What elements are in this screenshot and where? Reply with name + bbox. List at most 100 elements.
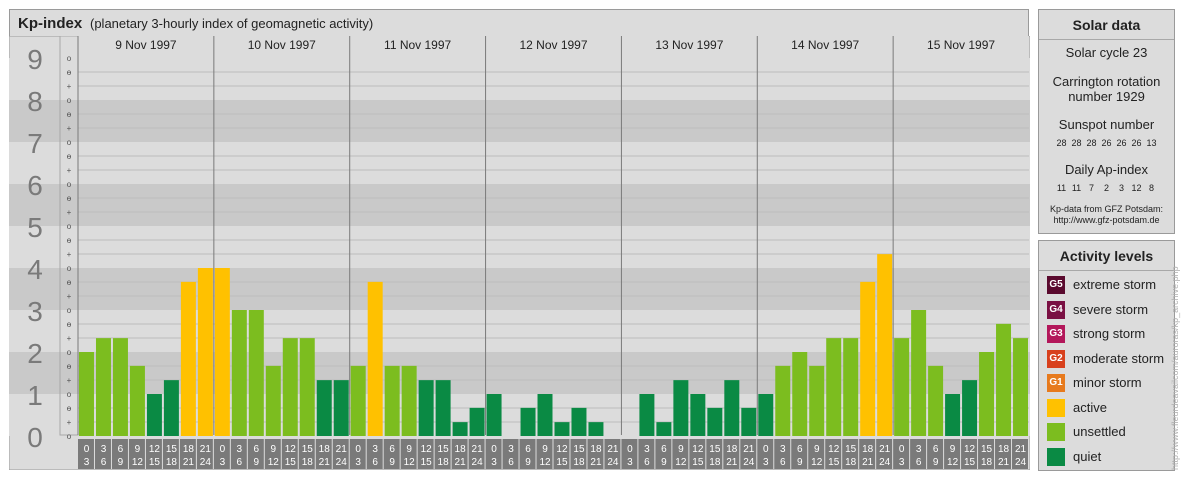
interval-start: 15 [981, 444, 993, 455]
legend-swatch: G4 [1047, 300, 1065, 319]
interval-end: 15 [149, 457, 161, 468]
interval-start: 0 [355, 444, 361, 455]
interval-start: 6 [389, 444, 395, 455]
y-tick-label: 3 [27, 296, 43, 327]
sub-mark: o [67, 348, 72, 357]
kp-bar [231, 310, 247, 436]
kp-bar [571, 407, 587, 436]
interval-end: 21 [998, 457, 1010, 468]
sub-mark: o [67, 96, 72, 105]
kp-bar [435, 380, 451, 436]
sub-mark: + [67, 334, 72, 343]
interval-start: 9 [135, 444, 141, 455]
interval-end: 3 [899, 457, 905, 468]
interval-end: 9 [389, 457, 395, 468]
sub-mark: + [67, 166, 72, 175]
sunspot-value: 26 [1116, 138, 1127, 148]
sub-mark: − [67, 194, 72, 203]
kp-band-5 [9, 184, 1030, 226]
kp-bar [537, 394, 553, 436]
y-tick-label: 1 [27, 380, 43, 411]
legend-swatch [1047, 423, 1065, 441]
sub-mark: + [67, 208, 72, 217]
ap-value: 8 [1148, 183, 1154, 193]
sub-mark: − [67, 236, 72, 245]
interval-start: 12 [556, 444, 568, 455]
kp-bar [554, 422, 570, 436]
interval-start: 18 [998, 444, 1010, 455]
interval-end: 18 [302, 457, 314, 468]
interval-end: 15 [828, 457, 840, 468]
interval-end: 21 [183, 457, 195, 468]
kp-bar [724, 380, 740, 436]
kp-bar [197, 268, 213, 436]
sub-mark: − [67, 152, 72, 161]
interval-start: 15 [573, 444, 585, 455]
sunspot-values: 28 28 28 26 26 26 13 [1039, 138, 1174, 148]
kp-bar [112, 338, 128, 436]
interval-end: 6 [101, 457, 107, 468]
kp-bar [843, 338, 859, 436]
interval-start: 15 [845, 444, 857, 455]
interval-end: 21 [726, 457, 738, 468]
interval-end: 3 [220, 457, 226, 468]
interval-end: 18 [981, 457, 993, 468]
kp-bar [707, 407, 723, 436]
interval-end: 6 [508, 457, 514, 468]
legend-label: quiet [1073, 448, 1102, 464]
y-tick-label: 8 [27, 86, 43, 117]
kp-bar [979, 352, 995, 436]
interval-end: 9 [797, 457, 803, 468]
kp-bar [350, 365, 366, 436]
interval-end: 3 [84, 457, 90, 468]
interval-start: 6 [661, 444, 667, 455]
interval-start: 18 [455, 444, 467, 455]
interval-start: 6 [525, 444, 531, 455]
day-label: 15 Nov 1997 [927, 38, 995, 52]
day-label: 10 Nov 1997 [248, 38, 316, 52]
legend-label: strong storm [1073, 326, 1146, 341]
interval-start: 9 [271, 444, 277, 455]
source-link[interactable]: http://www.gfz-potsdam.de [1039, 215, 1174, 225]
interval-end: 9 [933, 457, 939, 468]
interval-start: 9 [406, 444, 412, 455]
kp-bar [962, 380, 978, 436]
interval-start: 21 [607, 444, 619, 455]
kp-bar [911, 310, 927, 436]
kp-bar [690, 394, 706, 436]
sub-mark: + [67, 250, 72, 259]
kp-bar [656, 422, 672, 436]
interval-end: 6 [372, 457, 378, 468]
kp-band-1 [9, 352, 1030, 394]
ap-heading: Daily Ap-index [1064, 162, 1149, 177]
kp-bar [401, 365, 417, 436]
carrington-line2: number 1929 [1068, 89, 1145, 104]
legend-divider [1039, 270, 1174, 271]
sunspot-value: 28 [1086, 138, 1097, 148]
interval-end: 3 [763, 457, 769, 468]
interval-end: 21 [590, 457, 602, 468]
kp-bar [180, 281, 196, 436]
legend-swatch [1047, 447, 1065, 466]
interval-start: 6 [254, 444, 260, 455]
interval-end: 24 [879, 457, 891, 468]
interval-start: 9 [950, 444, 956, 455]
chart-subtitle: (planetary 3-hourly index of geomagnetic… [90, 16, 374, 31]
interval-start: 12 [421, 444, 433, 455]
legend-label: unsettled [1073, 424, 1126, 439]
interval-end: 15 [285, 457, 297, 468]
interval-end: 18 [845, 457, 857, 468]
sub-mark: o [67, 180, 72, 189]
sub-mark: o [67, 432, 72, 441]
kp-bar [792, 352, 808, 436]
interval-start: 15 [709, 444, 721, 455]
kp-band-8 [9, 58, 1030, 100]
interval-end: 18 [573, 457, 585, 468]
kp-bar [282, 338, 298, 436]
day-label: 14 Nov 1997 [791, 38, 859, 52]
sub-mark: o [67, 306, 72, 315]
interval-end: 21 [862, 457, 874, 468]
interval-start: 18 [862, 444, 874, 455]
sub-mark: − [67, 278, 72, 287]
interval-end: 6 [237, 457, 243, 468]
